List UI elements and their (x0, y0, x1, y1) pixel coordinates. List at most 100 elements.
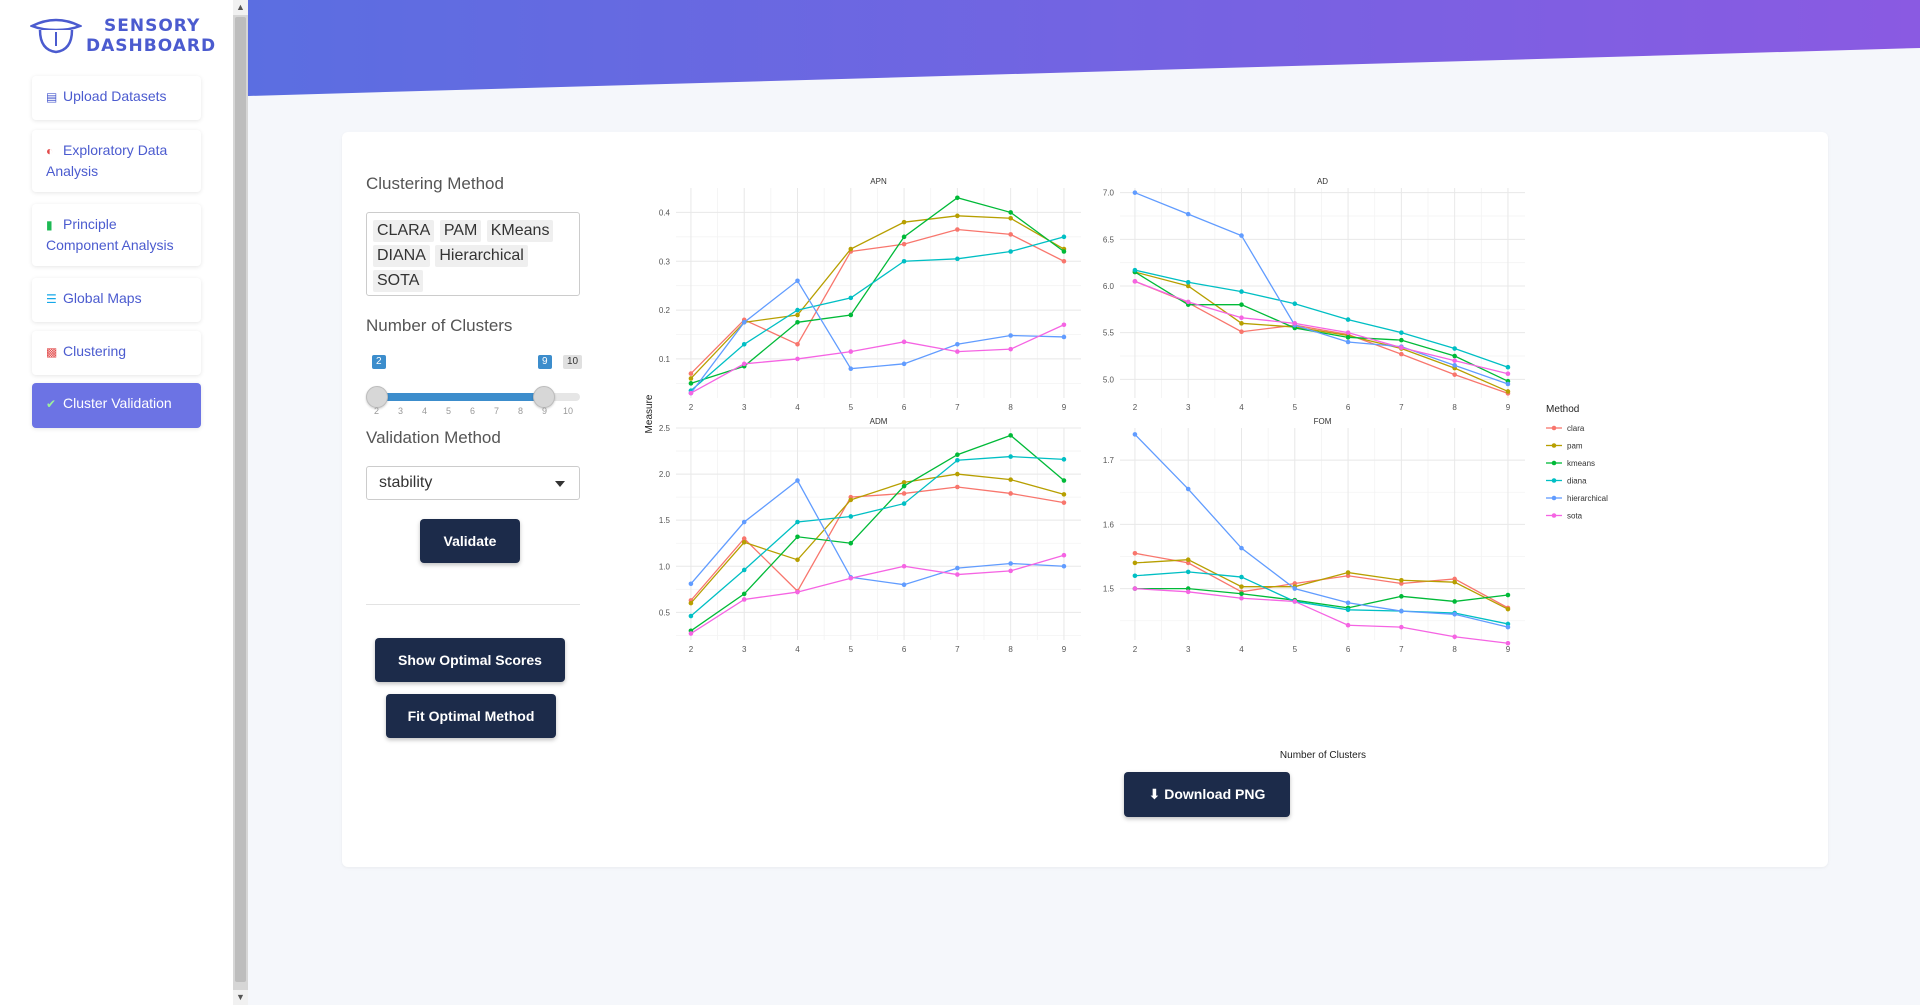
x-tick-label: 5 (1293, 645, 1298, 654)
data-point-clara (688, 371, 694, 376)
panel-title: ADM (870, 417, 888, 426)
data-point-kmeans (1008, 433, 1013, 438)
data-point-diana (741, 567, 747, 573)
data-point-sota (848, 575, 854, 581)
y-tick-label: 6.0 (1103, 282, 1115, 291)
validation-method-select[interactable]: stability (366, 466, 580, 500)
clustering-method-multiselect[interactable]: CLARA PAM KMeans DIANA Hierarchical SOTA (366, 212, 580, 296)
data-point-clara (901, 241, 907, 247)
data-point-diana (1132, 573, 1138, 579)
show-optimal-scores-button[interactable]: Show Optimal Scores (375, 638, 565, 682)
x-tick-label: 7 (955, 403, 960, 412)
method-tag-sota[interactable]: SOTA (373, 270, 424, 292)
legend-label-pam: pam (1567, 442, 1583, 451)
y-tick-label: 1.6 (1103, 520, 1115, 529)
validation-chart: 0.1 0.2 0.3 0.4 2 3 4 5 6 7 8 9 APN 5.0 5.5 6.0 6.5 7.0 2 3… (644, 177, 1608, 761)
data-point-kmeans (795, 534, 800, 540)
sidebar-item-principle-component-analysis[interactable]: ▮ Principle Component Analysis (32, 204, 201, 266)
fit-optimal-method-button[interactable]: Fit Optimal Method (386, 694, 556, 738)
y-tick-label: 0.3 (659, 257, 671, 266)
sidebar-scrollbar[interactable]: ▲ ▼ (233, 0, 248, 1005)
y-tick-label: 2.0 (659, 470, 671, 479)
data-point-kmeans (1239, 302, 1244, 307)
method-tag-diana[interactable]: DIANA (373, 245, 430, 267)
y-tick-label: 6.5 (1103, 235, 1115, 244)
sidebar-item-label: Principle Component Analysis (46, 216, 174, 253)
y-tick-label: 0.1 (659, 355, 671, 364)
clusters-range-slider[interactable]: 2 9 10 2 3 4 5 6 7 8 9 10 (366, 352, 583, 422)
scrollbar-thumb[interactable] (235, 17, 246, 982)
x-tick-label: 8 (1008, 645, 1013, 654)
data-point-sota (741, 361, 747, 367)
data-point-pam (1345, 570, 1351, 575)
data-point-sota (1399, 345, 1404, 350)
data-point-diana (1061, 234, 1067, 240)
data-point-diana (1239, 574, 1244, 580)
download-png-button[interactable]: ⬇ Download PNG (1124, 772, 1290, 817)
sidebar-item-exploratory-data-analysis[interactable]: ◐ Exploratory Data Analysis (32, 130, 201, 192)
data-point-hierarchical (1132, 432, 1138, 437)
x-tick-label: 9 (1062, 645, 1067, 654)
data-point-hierarchical (1132, 190, 1138, 195)
data-point-hierarchical (795, 278, 800, 284)
validate-button[interactable]: Validate (420, 519, 520, 563)
divider (366, 604, 580, 605)
method-tag-hierarchical[interactable]: Hierarchical (435, 245, 528, 267)
data-point-clara (1132, 550, 1138, 556)
method-tag-clara[interactable]: CLARA (373, 220, 435, 242)
data-point-clara (901, 491, 907, 496)
data-point-diana (1008, 454, 1013, 459)
data-point-kmeans (1239, 591, 1244, 597)
x-axis-label: Number of Clusters (1280, 750, 1366, 761)
data-point-sota (688, 390, 694, 396)
slider-from-value: 2 (372, 355, 386, 369)
slider-to-handle[interactable] (533, 386, 555, 408)
brand-title-line2: DASHBOARD (86, 36, 217, 56)
data-point-sota (1185, 299, 1191, 305)
data-point-pam (1239, 584, 1244, 589)
panel-title: APN (870, 177, 887, 186)
data-point-hierarchical (1505, 624, 1511, 630)
bar-chart-icon: ▮ (46, 218, 53, 232)
data-point-hierarchical (1008, 333, 1013, 338)
method-tag-pam[interactable]: PAM (439, 220, 482, 242)
data-point-diana (688, 613, 694, 619)
legend-key-point-clara (1551, 425, 1557, 431)
sidebar-item-label: Exploratory Data Analysis (46, 142, 168, 179)
legend-title: Method (1546, 404, 1579, 415)
data-point-kmeans (848, 540, 854, 546)
data-point-diana (1132, 267, 1138, 273)
x-tick-label: 2 (1133, 403, 1138, 412)
sidebar: SENSORY DASHBOARD ▤ Upload Datasets ◐ Expl… (0, 0, 233, 1005)
brand-logo[interactable]: SENSORY DASHBOARD (30, 14, 215, 58)
data-point-pam (1185, 557, 1191, 562)
x-tick-label: 6 (902, 645, 907, 654)
sidebar-item-cluster-validation[interactable]: ✔ Cluster Validation (32, 383, 201, 428)
data-point-kmeans (848, 312, 854, 318)
legend-key-point-hierarchical (1551, 495, 1557, 501)
cluster-validation-card: Clustering Method CLARA PAM KMeans DIANA… (342, 132, 1828, 867)
sidebar-item-label: Clustering (63, 343, 127, 359)
scroll-up-arrow-icon[interactable]: ▲ (233, 0, 248, 15)
data-point-sota (955, 349, 960, 354)
chevron-down-icon (555, 481, 565, 487)
x-tick-label: 3 (1186, 403, 1191, 412)
sidebar-item-upload-datasets[interactable]: ▤ Upload Datasets (32, 76, 201, 120)
slider-tick: 5 (446, 406, 452, 416)
data-point-hierarchical (1292, 586, 1298, 591)
data-point-diana (1505, 364, 1511, 370)
data-point-diana (955, 457, 960, 463)
data-point-kmeans (1399, 594, 1404, 599)
slider-from-handle[interactable] (366, 386, 388, 408)
data-point-kmeans (1008, 210, 1013, 215)
method-tag-kmeans[interactable]: KMeans (486, 220, 554, 242)
data-point-clara (1452, 372, 1457, 377)
y-tick-label: 5.5 (1103, 329, 1115, 338)
sidebar-item-global-maps[interactable]: ☰ Global Maps (32, 278, 201, 322)
sidebar-item-clustering[interactable]: ▩ Clustering (32, 331, 201, 375)
scroll-down-arrow-icon[interactable]: ▼ (233, 990, 248, 1005)
data-point-diana (1239, 289, 1244, 294)
data-point-kmeans (955, 195, 960, 201)
data-point-kmeans (741, 591, 747, 597)
data-point-kmeans (688, 381, 694, 386)
